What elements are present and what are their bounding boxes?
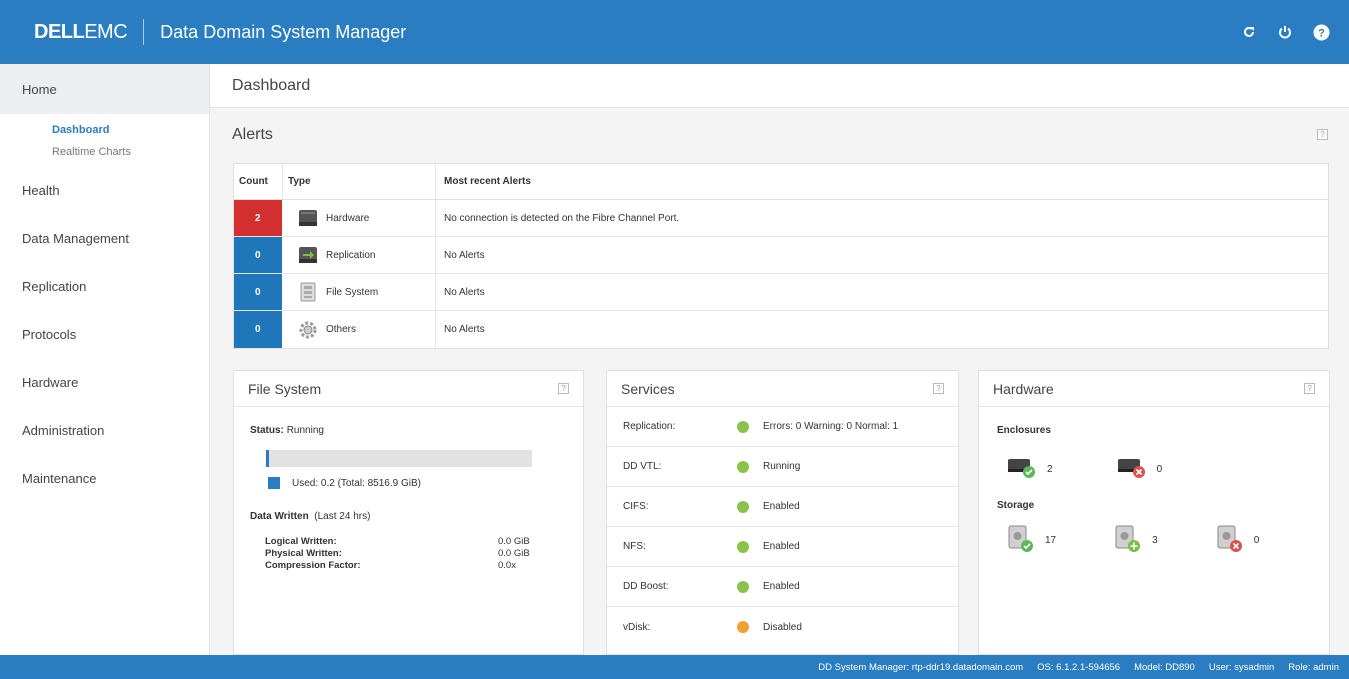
header-actions: ? <box>1239 22 1331 42</box>
sidebar-item-home[interactable]: Home <box>0 64 209 114</box>
alert-count-badge[interactable]: 0 <box>234 237 282 273</box>
service-row-dd-boost[interactable]: DD Boost: Enabled <box>607 567 958 607</box>
alerts-table: Count Type Most recent Alerts 2 Hardware… <box>233 163 1329 349</box>
alert-type-label: File System <box>326 286 379 298</box>
footer-os: OS: 6.1.2.1-594656 <box>1037 661 1121 673</box>
alert-message: No connection is detected on the Fibre C… <box>444 212 680 224</box>
hardware-help-icon[interactable]: ? <box>1304 383 1315 394</box>
enclosure-ok-icon <box>1007 456 1037 483</box>
power-icon[interactable] <box>1275 22 1295 42</box>
footer-role: Role: admin <box>1288 661 1339 673</box>
page-title: Dashboard <box>210 64 1349 108</box>
disk-failed-icon <box>1216 524 1244 557</box>
hardware-title: Hardware <box>993 380 1054 397</box>
enclosures-ok[interactable]: 2 <box>1007 456 1053 483</box>
sidebar-item-health[interactable]: Health <box>0 166 209 214</box>
service-row-cifs[interactable]: CIFS: Enabled <box>607 487 958 527</box>
footer-system-manager: DD System Manager: rtp-ddr19.datadomain.… <box>818 661 1024 673</box>
alert-count-badge[interactable]: 0 <box>234 311 282 348</box>
alerts-title: Alerts <box>232 126 273 143</box>
fs-usage-bar <box>266 450 532 467</box>
column-most-recent[interactable]: Most recent Alerts <box>436 176 531 187</box>
status-ok-icon <box>737 460 749 473</box>
services-help-icon[interactable]: ? <box>933 383 944 394</box>
alert-message: No Alerts <box>444 286 485 298</box>
file-system-title: File System <box>248 380 322 397</box>
main-content: Dashboard Alerts ? Count Type Most recen… <box>210 64 1349 655</box>
sidebar-item-administration[interactable]: Administration <box>0 406 209 454</box>
storage-failed[interactable]: 0 <box>1216 524 1259 557</box>
data-written-title: Data Written (Last 24 hrs) <box>250 511 371 522</box>
alerts-table-header: Count Type Most recent Alerts <box>234 164 1328 200</box>
column-count[interactable]: Count <box>234 164 282 199</box>
sidebar-item-replication[interactable]: Replication <box>0 262 209 310</box>
sidebar-subitem-dashboard[interactable]: Dashboard <box>0 120 209 140</box>
logical-written-row: Logical Written: 0.0 GiB <box>265 536 530 547</box>
status-bar: DD System Manager: rtp-ddr19.datadomain.… <box>0 655 1349 679</box>
alert-count-badge[interactable]: 2 <box>234 200 282 236</box>
status-ok-icon <box>737 420 749 433</box>
status-disabled-icon <box>737 621 749 633</box>
replication-icon <box>298 245 318 265</box>
service-row-vdisk[interactable]: vDisk: Disabled <box>607 607 958 647</box>
enclosures-failed[interactable]: 0 <box>1117 456 1162 483</box>
fs-status: Status: Running <box>250 425 324 436</box>
status-ok-icon <box>737 500 749 513</box>
storage-ok[interactable]: 17 <box>1007 524 1056 557</box>
footer-user: User: sysadmin <box>1208 661 1275 673</box>
help-icon[interactable]: ? <box>1311 22 1331 42</box>
status-ok-icon <box>737 540 749 553</box>
sidebar-item-maintenance[interactable]: Maintenance <box>0 454 209 502</box>
column-type[interactable]: Type <box>282 164 436 199</box>
alert-row-others[interactable]: 0 Others No Alerts <box>234 311 1328 348</box>
disk-ok-icon <box>1007 524 1035 557</box>
sidebar-item-data-management[interactable]: Data Management <box>0 214 209 262</box>
alerts-help-icon[interactable]: ? <box>1317 129 1328 140</box>
alert-row-replication[interactable]: 0 Replication No Alerts <box>234 237 1328 274</box>
alert-type-label: Hardware <box>326 212 370 224</box>
used-swatch <box>268 477 280 489</box>
services-title: Services <box>621 380 675 397</box>
svg-text:?: ? <box>1318 27 1325 39</box>
fs-usage-legend: Used: 0.2 (Total: 8516.9 GiB) <box>268 477 567 489</box>
fs-usage-fill <box>266 450 269 467</box>
top-bar: DELLEMC Data Domain System Manager ? <box>0 0 1349 64</box>
disk-spare-icon <box>1114 524 1142 557</box>
file-system-help-icon[interactable]: ? <box>558 383 569 394</box>
sidebar-item-protocols[interactable]: Protocols <box>0 310 209 358</box>
fs-used-text: Used: 0.2 (Total: 8516.9 GiB) <box>292 477 421 489</box>
compression-factor-row: Compression Factor: 0.0x <box>265 560 516 571</box>
footer-model: Model: DD890 <box>1134 661 1195 673</box>
fs-status-value: Running <box>286 425 324 436</box>
physical-written-row: Physical Written: 0.0 GiB <box>265 548 530 559</box>
dellemc-logo[interactable]: DELLEMC <box>34 21 128 44</box>
sidebar-subitem-realtime-charts[interactable]: Realtime Charts <box>0 140 209 164</box>
file-system-panel: File System ? Status: Running Used: 0.2 … <box>233 370 584 655</box>
hardware-panel: Hardware ? Enclosures 2 0 Storage 17 3 0 <box>978 370 1330 655</box>
alert-type-label: Others <box>326 324 357 335</box>
service-row-dd-vtl[interactable]: DD VTL: Running <box>607 447 958 487</box>
storage-label: Storage <box>997 500 1035 511</box>
service-row-replication[interactable]: Replication: Errors: 0 Warning: 0 Normal… <box>607 407 958 447</box>
refresh-icon[interactable] <box>1239 22 1259 42</box>
enclosure-failed-icon <box>1117 456 1147 483</box>
alert-row-hardware[interactable]: 2 Hardware No connection is detected on … <box>234 200 1328 237</box>
sidebar-item-hardware[interactable]: Hardware <box>0 358 209 406</box>
app-title: Data Domain System Manager <box>160 21 407 42</box>
alert-row-file-system[interactable]: 0 File System No Alerts <box>234 274 1328 311</box>
storage-spare[interactable]: 3 <box>1114 524 1158 557</box>
gear-icon <box>298 320 318 340</box>
alert-type-label: Replication <box>326 249 376 261</box>
file-system-icon <box>298 282 318 302</box>
enclosures-label: Enclosures <box>997 425 1051 436</box>
alert-message: No Alerts <box>444 249 485 261</box>
alert-message: No Alerts <box>444 324 485 335</box>
header-divider <box>143 19 145 45</box>
status-ok-icon <box>737 580 749 593</box>
service-row-nfs[interactable]: NFS: Enabled <box>607 527 958 567</box>
services-panel: Services ? Replication: Errors: 0 Warnin… <box>606 370 959 655</box>
sidebar-nav: Home Dashboard Realtime Charts Health Da… <box>0 64 210 655</box>
hardware-icon <box>298 208 318 228</box>
alert-count-badge[interactable]: 0 <box>234 274 282 310</box>
